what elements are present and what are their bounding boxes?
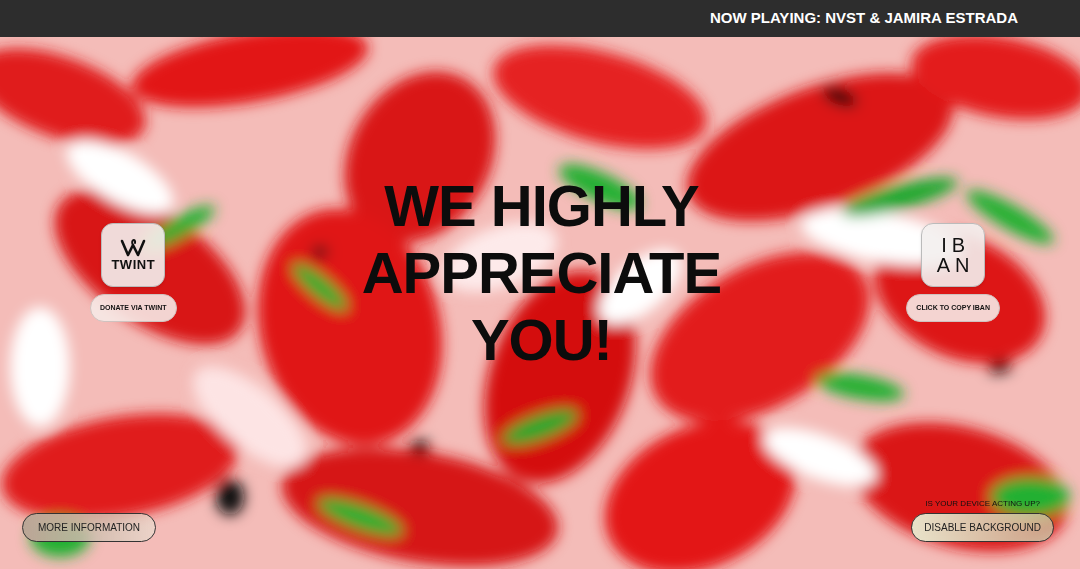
page: NOW PLAYING: NVST & JAMIRA ESTRADA TWINT D… bbox=[0, 0, 1080, 569]
more-information-button[interactable]: MORE INFORMATION bbox=[22, 513, 156, 542]
iban-button[interactable]: CLICK TO COPY IBAN bbox=[906, 294, 1000, 322]
twint-icon bbox=[120, 238, 146, 258]
device-prompt: IS YOUR DEVICE ACTING UP? bbox=[925, 498, 1040, 510]
iban-logo[interactable]: IBAN bbox=[921, 223, 985, 287]
main-area: TWINT DONATE VIA TWINT WE HIGHLYAPPRECIATE… bbox=[0, 37, 1080, 569]
now-playing-text: NOW PLAYING: NVST & JAMIRA ESTRADA bbox=[710, 7, 1018, 30]
now-playing-bar: NOW PLAYING: NVST & JAMIRA ESTRADA bbox=[0, 0, 1080, 37]
twint-donate: TWINT DONATE VIA TWINT bbox=[90, 223, 177, 322]
disable-background-button[interactable]: DISABLE BACKGROUND bbox=[911, 513, 1054, 542]
twint-logo[interactable]: TWINT bbox=[101, 223, 165, 287]
heading: WE HIGHLYAPPRECIATEYOU! bbox=[362, 172, 722, 373]
iban-donate: IBAN CLICK TO COPY IBAN bbox=[906, 223, 1000, 322]
twint-button[interactable]: DONATE VIA TWINT bbox=[90, 294, 177, 322]
